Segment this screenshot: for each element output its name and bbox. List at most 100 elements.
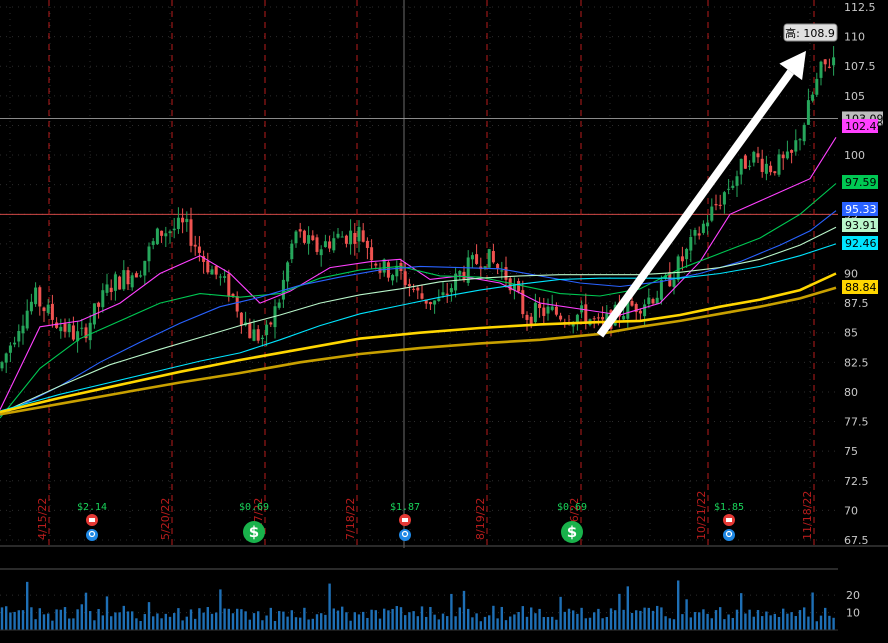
price-tick: 87.5 xyxy=(844,297,869,310)
info-icon xyxy=(86,529,98,541)
event-amount: $1.87 xyxy=(390,502,420,513)
volume-bar xyxy=(433,614,436,630)
volume-bar xyxy=(446,616,449,630)
candle-body xyxy=(252,329,256,341)
volume-bar xyxy=(572,610,575,630)
candle-body xyxy=(118,276,122,290)
price-tick: 112.5 xyxy=(844,1,876,14)
volume-bar xyxy=(525,616,529,630)
candle-body xyxy=(525,314,529,320)
candle-body xyxy=(433,300,437,305)
volume-bar xyxy=(349,620,352,630)
candle-body xyxy=(302,230,306,243)
candle-body xyxy=(256,329,260,341)
candle-body xyxy=(336,233,340,238)
candle-body xyxy=(8,345,12,353)
volume-bar xyxy=(328,583,331,630)
volume-bar xyxy=(68,618,71,630)
date-label: 11/18/22 xyxy=(801,491,814,540)
volume-bar xyxy=(479,621,482,630)
candle-body xyxy=(67,323,71,333)
candle-body xyxy=(718,204,722,206)
volume-bar xyxy=(727,614,730,630)
price-tick: 80 xyxy=(844,386,858,399)
candle-body xyxy=(727,188,731,190)
candle-body xyxy=(412,288,416,290)
volume-bar xyxy=(643,607,646,630)
volume-bar xyxy=(101,615,104,630)
candle-body xyxy=(193,244,197,247)
volume-bar xyxy=(341,606,344,630)
candle-body xyxy=(416,287,420,291)
dollar-icon-glyph: $ xyxy=(567,523,577,541)
volume-bar xyxy=(790,612,793,630)
candle-body xyxy=(428,302,432,305)
candle-body xyxy=(130,275,134,288)
volume-bar xyxy=(198,608,201,630)
volume-bar xyxy=(681,614,684,630)
volume-bar xyxy=(206,607,209,630)
candle-body xyxy=(701,223,705,233)
volume-bar xyxy=(240,609,243,630)
candle-body xyxy=(748,165,752,167)
candle-body xyxy=(214,266,218,275)
earnings-icon-mark xyxy=(89,518,95,522)
candle-body xyxy=(210,269,214,275)
volume-bar xyxy=(622,609,625,630)
volume-bar xyxy=(672,619,676,630)
volume-bar xyxy=(21,610,25,630)
price-tick: 107.5 xyxy=(844,60,876,73)
volume-bar xyxy=(425,616,428,630)
volume-bar xyxy=(13,611,16,630)
candle-body xyxy=(491,251,495,263)
volume-bar xyxy=(84,592,88,630)
candle-body xyxy=(777,154,781,175)
ma-value-label: 93.91 xyxy=(845,219,877,232)
candle-body xyxy=(638,310,642,314)
candle-body xyxy=(181,217,185,223)
volume-bar xyxy=(748,609,751,630)
volume-bar xyxy=(639,610,642,630)
candle-body xyxy=(189,219,193,246)
volume-bar xyxy=(668,618,671,630)
candle-body xyxy=(113,274,117,291)
volume-bar xyxy=(719,607,722,630)
candle-body xyxy=(298,229,302,232)
event-amount: $0.69 xyxy=(557,502,587,513)
volume-bar xyxy=(63,607,67,630)
volume-bar xyxy=(504,620,508,630)
volume-bar xyxy=(517,611,520,630)
candle-body xyxy=(307,235,311,244)
volume-bar xyxy=(30,607,33,630)
candle-body xyxy=(235,296,239,312)
volume-bar xyxy=(252,613,256,630)
volume-bar xyxy=(147,602,151,630)
volume-bar xyxy=(177,608,180,630)
volume-bar xyxy=(542,617,545,630)
volume-bar xyxy=(488,615,491,630)
volume-bar xyxy=(677,580,680,630)
volume-bar xyxy=(59,609,62,630)
event-amount: $1.85 xyxy=(714,502,744,513)
volume-bar xyxy=(521,606,524,630)
candle-body xyxy=(160,230,164,236)
volume-bar xyxy=(215,612,218,630)
volume-bar xyxy=(584,618,587,630)
price-chart[interactable]: 4/15/22 5/20/22 6/17/22 7/18/22 8/19/22 9/16/… xyxy=(0,0,888,643)
candle-body xyxy=(743,155,747,169)
candle-body xyxy=(630,301,634,306)
candle-body xyxy=(760,158,764,172)
volume-bar xyxy=(42,614,46,630)
candle-body xyxy=(353,233,357,244)
candle-body xyxy=(290,243,294,260)
volume-bar xyxy=(261,620,264,630)
price-tick: 100 xyxy=(844,149,865,162)
candle-body xyxy=(815,78,819,95)
candle-body xyxy=(395,265,399,277)
volume-bar xyxy=(122,605,125,630)
candle-body xyxy=(823,59,827,65)
volume-bar xyxy=(160,618,163,630)
ma-value-label: 88.84 xyxy=(845,281,877,294)
candle-body xyxy=(294,231,298,244)
volume-bar xyxy=(773,613,776,630)
